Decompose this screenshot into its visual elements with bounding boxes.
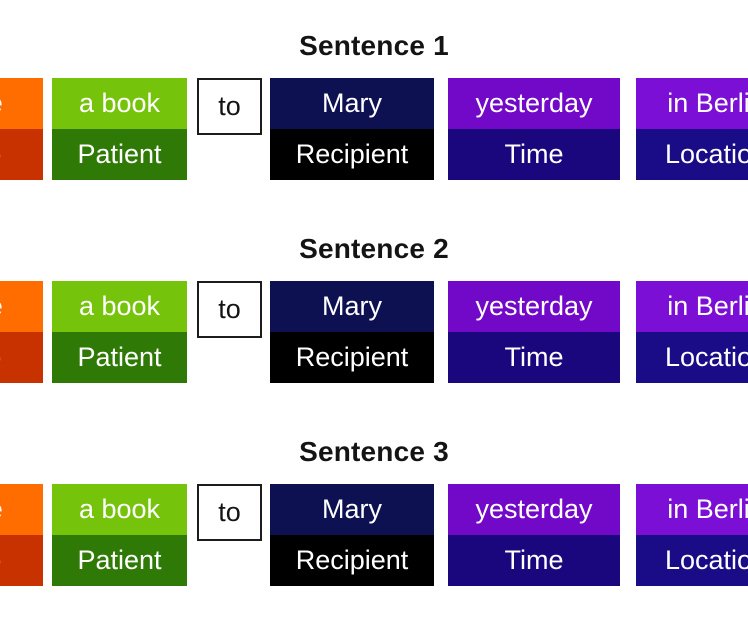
sentence-block: Sentence 2 gaveVerba bookPatienttoMaryRec… — [0, 231, 748, 383]
role-label: Patient — [52, 129, 187, 180]
word-token: in Berlin — [636, 484, 748, 535]
role-label: Verb — [0, 129, 43, 180]
word-token: to — [197, 484, 262, 541]
sentence-title: Sentence 3 — [299, 436, 449, 467]
role-label: Patient — [52, 332, 187, 383]
word-token: to — [197, 281, 262, 338]
word-role-chip[interactable]: a book Patient — [52, 78, 187, 180]
role-strip: gaveVerba bookPatienttoMaryRecipientyest… — [0, 484, 748, 586]
word-role-chip[interactable]: in BerlinLocation — [636, 484, 748, 586]
word-token: Mary — [270, 484, 434, 535]
word-token: yesterday — [448, 78, 620, 129]
word-token: yesterday — [448, 484, 620, 535]
word-token: Mary — [270, 281, 434, 332]
word-token: in Berlin — [636, 78, 748, 129]
word-role-chip[interactable]: in BerlinLocation — [636, 281, 748, 383]
word-chip-plain[interactable]: to — [197, 78, 262, 135]
word-role-chip[interactable]: gaveVerb — [0, 78, 43, 180]
role-label: Recipient — [270, 535, 434, 586]
word-role-chip[interactable]: Mary Recipient — [270, 484, 434, 586]
word-token: a book — [52, 484, 187, 535]
word-token: yesterday — [448, 281, 620, 332]
word-role-chip[interactable]: gaveVerb — [0, 281, 43, 383]
role-label: Patient — [52, 535, 187, 586]
word-role-chip[interactable]: a book Patient — [52, 281, 187, 383]
sentence-block: Sentence 3 gaveVerba bookPatienttoMaryRec… — [0, 434, 748, 586]
word-role-chip[interactable]: gaveVerb — [0, 484, 43, 586]
word-role-chip[interactable]: yesterday Time — [448, 281, 620, 383]
word-chip-plain[interactable]: to — [197, 484, 262, 541]
word-token: Mary — [270, 78, 434, 129]
word-role-chip[interactable]: Mary Recipient — [270, 281, 434, 383]
word-role-chip[interactable]: yesterday Time — [448, 484, 620, 586]
role-label: Time — [448, 535, 620, 586]
role-label: Time — [448, 332, 620, 383]
role-label: Location — [636, 535, 748, 586]
word-token: a book — [52, 281, 187, 332]
word-token: gave — [0, 281, 43, 332]
word-role-chip[interactable]: a book Patient — [52, 484, 187, 586]
role-strip: gaveVerba bookPatienttoMaryRecipientyest… — [0, 78, 748, 180]
role-label: Recipient — [270, 129, 434, 180]
sentence-block: Sentence 1 gaveVerba bookPatienttoMaryRec… — [0, 28, 748, 180]
sentence-title: Sentence 2 — [299, 233, 449, 264]
word-token: a book — [52, 78, 187, 129]
role-label: Recipient — [270, 332, 434, 383]
word-role-chip[interactable]: yesterday Time — [448, 78, 620, 180]
role-label: Verb — [0, 332, 43, 383]
word-token: gave — [0, 78, 43, 129]
word-role-chip[interactable]: in BerlinLocation — [636, 78, 748, 180]
role-label: Location — [636, 129, 748, 180]
word-role-chip[interactable]: Mary Recipient — [270, 78, 434, 180]
role-label: Verb — [0, 535, 43, 586]
role-label: Location — [636, 332, 748, 383]
sentence-title: Sentence 1 — [299, 30, 449, 61]
word-token: gave — [0, 484, 43, 535]
role-label: Time — [448, 129, 620, 180]
word-token: to — [197, 78, 262, 135]
role-strip: gaveVerba bookPatienttoMaryRecipientyest… — [0, 281, 748, 383]
word-chip-plain[interactable]: to — [197, 281, 262, 338]
word-token: in Berlin — [636, 281, 748, 332]
